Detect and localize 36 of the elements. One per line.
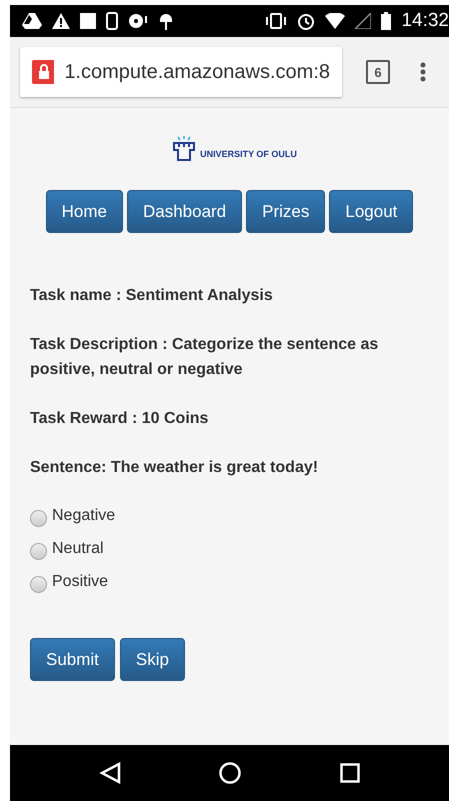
alarm-icon bbox=[297, 12, 316, 30]
radio-button[interactable] bbox=[30, 543, 47, 560]
address-bar[interactable]: 1.compute.amazonaws.com:8 bbox=[20, 47, 342, 97]
radio-button[interactable] bbox=[30, 510, 47, 527]
insecure-lock-icon bbox=[32, 60, 54, 84]
tab-count-button[interactable]: 6 bbox=[366, 60, 390, 84]
castle-logo-icon bbox=[172, 136, 196, 162]
logo-text: UNIVERSITY OF OULU bbox=[200, 149, 297, 159]
task-name: Task name : Sentiment Analysis bbox=[30, 286, 274, 306]
option-label[interactable]: Positive bbox=[52, 572, 108, 590]
battery-icon bbox=[381, 12, 392, 30]
phone-icon bbox=[106, 12, 118, 30]
nav-button[interactable]: Logout bbox=[329, 190, 414, 233]
nav-button[interactable]: Prizes bbox=[246, 190, 326, 233]
sentence-text: Sentence: The weather is great today! bbox=[30, 458, 320, 478]
nav-button[interactable]: Home bbox=[46, 190, 123, 233]
task-description: Task Description : Categorize the sentence as positive, neutral or negative bbox=[30, 335, 380, 380]
more-menu-icon[interactable] bbox=[420, 62, 426, 82]
clock-time: 14:32 bbox=[401, 10, 449, 32]
url-text: 1.compute.amazonaws.com:8 bbox=[64, 60, 330, 84]
square-icon bbox=[80, 13, 96, 29]
action-button[interactable]: Submit bbox=[30, 638, 115, 681]
warning-icon bbox=[52, 13, 70, 29]
option-label[interactable]: Negative bbox=[52, 506, 116, 524]
home-icon[interactable] bbox=[219, 762, 242, 784]
wifi-icon bbox=[325, 13, 346, 29]
vibrate-icon bbox=[265, 13, 288, 29]
disc-icon bbox=[128, 13, 148, 29]
radio-button[interactable] bbox=[30, 576, 47, 593]
recents-icon[interactable] bbox=[340, 763, 360, 783]
back-icon[interactable] bbox=[99, 762, 122, 784]
nav-button[interactable]: Dashboard bbox=[126, 190, 242, 233]
option-label[interactable]: Neutral bbox=[52, 540, 104, 558]
task-reward: Task Reward : 10 Coins bbox=[30, 409, 210, 429]
signal-icon bbox=[355, 13, 372, 29]
action-button[interactable]: Skip bbox=[120, 638, 185, 681]
